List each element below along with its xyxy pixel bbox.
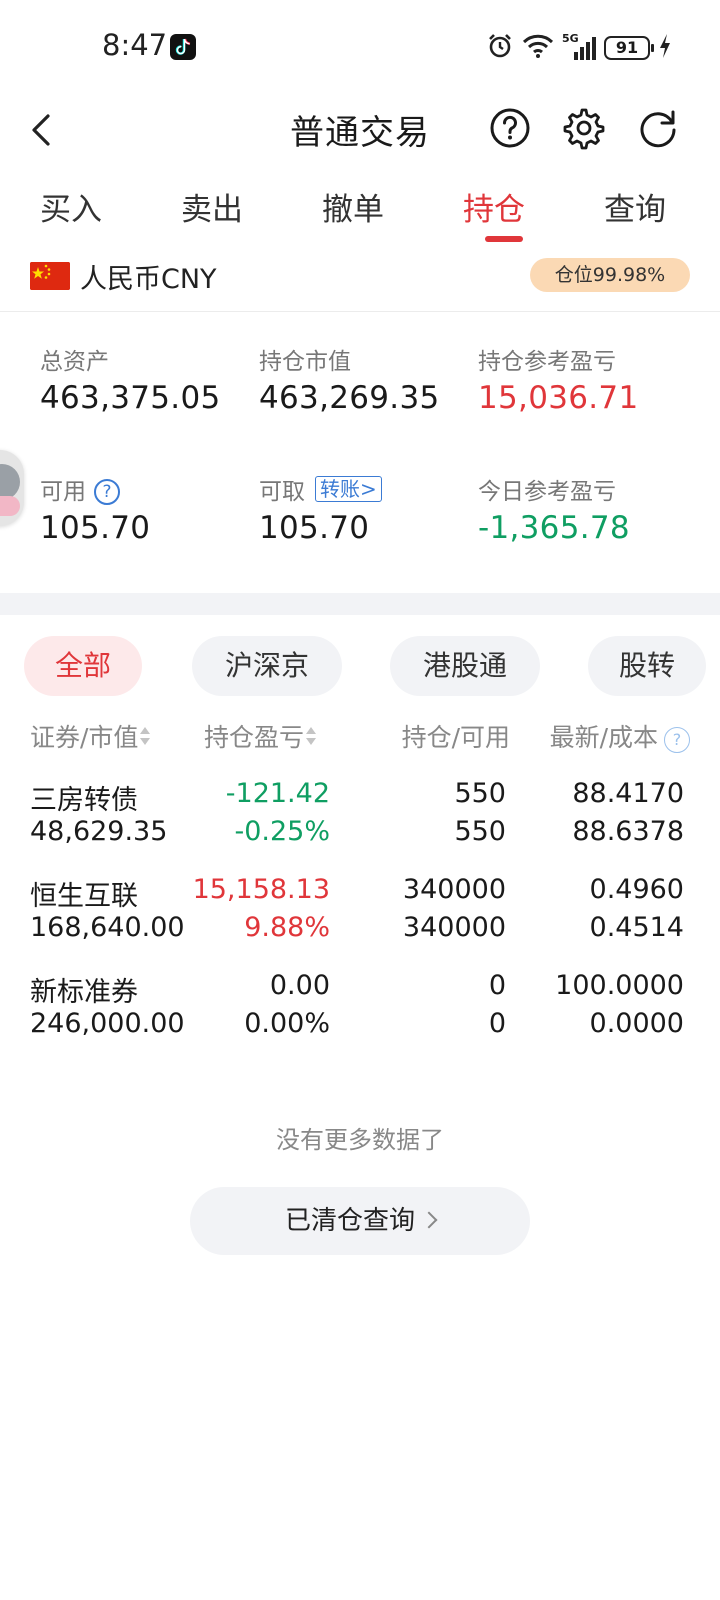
section-separator [0, 593, 720, 615]
position-pl-percent: 0.00% [244, 1008, 330, 1039]
status-time: 8:47 [102, 28, 168, 62]
sort-icon [140, 726, 151, 748]
available-help-icon[interactable]: ? [94, 479, 120, 505]
floating-assistant-avatar[interactable] [0, 450, 24, 526]
divider [0, 311, 720, 312]
available-qty: 340000 [402, 912, 506, 943]
available-label-group: 可用? [40, 472, 120, 506]
position-pl-value: 15,036.71 [478, 380, 639, 416]
table-row[interactable]: 三房转债 48,629.35 -121.42 -0.25% 550 550 88… [0, 776, 720, 872]
security-market-value: 246,000.00 [30, 1008, 185, 1039]
filter-hk-connect[interactable]: 港股通 [390, 636, 540, 696]
available-qty: 0 [488, 1008, 506, 1039]
col-header-price: 最新/成本? [550, 718, 690, 754]
filter-sh-sz-bj[interactable]: 沪深京 [192, 636, 342, 696]
security-name: 新标准券 [30, 977, 138, 1008]
available-label: 可用 [40, 479, 86, 505]
refresh-icon [640, 110, 676, 148]
col-header-pl[interactable]: 持仓盈亏 [204, 718, 317, 754]
position-pl-percent: 9.88% [244, 912, 330, 943]
market-value-label: 持仓市值 [259, 349, 351, 375]
total-assets-value: 463,375.05 [40, 380, 221, 416]
available-value: 105.70 [40, 510, 151, 546]
table-row[interactable]: 新标准券 246,000.00 0.00 0.00% 0 0 100.0000 … [0, 968, 720, 1064]
cost-price: 0.4514 [589, 912, 684, 943]
chevron-right-icon [420, 1211, 438, 1229]
tiktok-notification-icon [170, 34, 196, 60]
col-header-pl-label: 持仓盈亏 [204, 723, 305, 752]
withdrawable-label-group: 可取 转账> [259, 472, 382, 506]
available-qty: 550 [454, 816, 506, 847]
position-qty: 0 [488, 970, 506, 1001]
position-pl-label: 持仓参考盈亏 [478, 349, 616, 375]
battery-indicator: 91 [604, 36, 654, 60]
latest-price: 0.4960 [589, 874, 684, 905]
avatar-decoration [0, 496, 20, 516]
filter-all[interactable]: 全部 [24, 636, 142, 696]
position-pl: 15,158.13 [192, 874, 330, 905]
position-qty: 550 [454, 778, 506, 809]
security-name: 恒生互联 [30, 881, 138, 912]
status-bar: 8:47 5G 91 [0, 0, 720, 96]
price-help-icon[interactable]: ? [664, 727, 690, 753]
cleared-positions-button[interactable]: 已清仓查询 [190, 1187, 530, 1255]
col-header-security-label: 证券/市值 [30, 723, 139, 752]
alarm-icon [486, 32, 514, 64]
cleared-positions-label: 已清仓查询 [284, 1206, 415, 1236]
transfer-link[interactable]: 转账> [315, 476, 382, 502]
question-circle-icon [490, 108, 530, 148]
settings-button[interactable] [562, 106, 606, 150]
market-value-value: 463,269.35 [259, 380, 440, 416]
today-pl-value: -1,365.78 [478, 510, 630, 546]
withdrawable-value: 105.70 [259, 510, 370, 546]
gear-icon [563, 108, 605, 150]
charging-icon [658, 33, 672, 63]
cost-price: 88.6378 [572, 816, 684, 847]
active-tab-indicator [485, 236, 523, 242]
tab-query[interactable]: 查询 [604, 184, 666, 229]
currency-label[interactable]: 人民币CNY [80, 257, 217, 296]
position-pl: 0.00 [269, 970, 330, 1001]
position-ratio-badge: 仓位99.98% [530, 258, 690, 292]
col-header-security[interactable]: 证券/市值 [30, 718, 151, 754]
trade-tabs: 买入 卖出 撤单 持仓 查询 [0, 184, 720, 244]
avatar [0, 464, 20, 500]
col-header-price-label: 最新/成本 [549, 723, 658, 752]
security-market-value: 168,640.00 [30, 912, 185, 943]
cellular-5g-icon: 5G [562, 32, 596, 62]
today-pl-label: 今日参考盈亏 [478, 479, 616, 505]
tab-positions[interactable]: 持仓 [463, 184, 525, 229]
tab-cancel-order[interactable]: 撤单 [322, 184, 384, 229]
tab-sell[interactable]: 卖出 [181, 184, 243, 229]
table-row[interactable]: 恒生互联 168,640.00 15,158.13 9.88% 340000 3… [0, 872, 720, 968]
latest-price: 100.0000 [555, 970, 684, 1001]
help-button[interactable] [488, 106, 532, 150]
security-name: 三房转债 [30, 785, 138, 816]
position-qty: 340000 [402, 874, 506, 905]
wifi-icon [522, 33, 554, 63]
filter-neeq[interactable]: 股转 [588, 636, 706, 696]
position-pl-percent: -0.25% [234, 816, 330, 847]
latest-price: 88.4170 [572, 778, 684, 809]
china-flag-icon [30, 262, 70, 290]
refresh-button[interactable] [636, 106, 680, 150]
tab-buy[interactable]: 买入 [40, 184, 102, 229]
sort-icon [306, 726, 317, 748]
position-pl: -121.42 [225, 778, 330, 809]
cost-price: 0.0000 [589, 1008, 684, 1039]
no-more-data-text: 没有更多数据了 [276, 1126, 444, 1154]
withdrawable-label: 可取 [259, 479, 305, 505]
col-header-qty: 持仓/可用 [401, 723, 510, 752]
status-icons: 5G 91 [486, 32, 672, 64]
security-market-value: 48,629.35 [30, 816, 168, 847]
total-assets-label: 总资产 [40, 349, 109, 375]
page-title: 普通交易 [290, 113, 430, 153]
